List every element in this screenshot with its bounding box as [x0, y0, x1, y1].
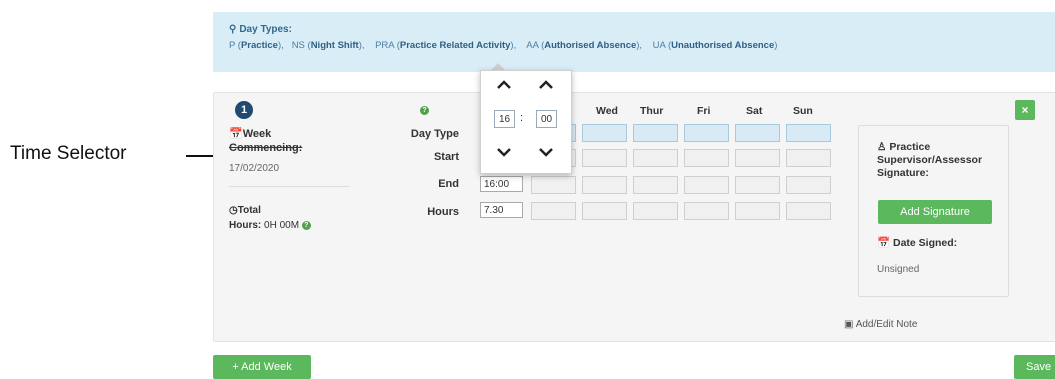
minute-decrement-chevron-down-icon[interactable] — [536, 148, 556, 157]
legend-name-ua: Unauthorised Absence — [671, 40, 775, 51]
legend-name-ns: Night Shift — [310, 40, 359, 51]
save-button[interactable]: Save — [1014, 355, 1055, 379]
user-icon: ♙ — [877, 141, 887, 153]
close-icon[interactable]: × — [1015, 100, 1035, 120]
legend-end-pra: ), — [510, 40, 517, 51]
plus-icon: + — [232, 361, 239, 373]
hours-tue[interactable] — [531, 202, 576, 220]
minute-input[interactable]: 00 — [536, 110, 557, 128]
legend-code-p: P ( — [229, 40, 241, 51]
date-signed-label: 📅 Date Signed: — [877, 236, 957, 249]
hour-increment-chevron-up-icon[interactable] — [494, 80, 514, 89]
start-wed[interactable] — [582, 149, 627, 167]
week-commencing-label: 📅Week Commencing: — [229, 127, 302, 155]
calendar-icon: 📅 — [877, 237, 891, 249]
week-divider — [229, 186, 349, 187]
calendar-icon: 📅 — [229, 128, 243, 140]
legend-code-ns: NS ( — [291, 40, 311, 51]
day-header-sun: Sun — [793, 105, 813, 117]
start-fri[interactable] — [684, 149, 729, 167]
hours-thur[interactable] — [633, 202, 678, 220]
row-label-day-type: Day Type — [410, 128, 459, 140]
end-mon-input[interactable]: 16:00 — [480, 176, 523, 192]
hours-value-text: 0H 00M — [264, 220, 300, 231]
day-header-wed: Wed — [596, 105, 618, 117]
legend-name-p: Practice — [240, 40, 278, 51]
week-number-badge: 1 — [235, 101, 253, 119]
day-type-help-icon[interactable]: ? — [420, 106, 429, 115]
start-sun[interactable] — [786, 149, 831, 167]
day-type-wed[interactable] — [582, 124, 627, 142]
row-label-hours: Hours — [427, 206, 459, 218]
end-fri[interactable] — [684, 176, 729, 194]
help-icon[interactable]: ? — [301, 220, 311, 230]
signature-title-text: Practice Supervisor/Assessor Signature: — [877, 141, 983, 179]
day-header-fri: Fri — [697, 105, 711, 117]
day-type-sun[interactable] — [786, 124, 831, 142]
hours-fri[interactable] — [684, 202, 729, 220]
end-wed[interactable] — [582, 176, 627, 194]
legend-end-aa: ), — [636, 40, 643, 51]
legend-name-aa: Authorised Absence — [544, 40, 637, 51]
hour-decrement-chevron-down-icon[interactable] — [494, 148, 514, 157]
hours-label-text: Hours: — [229, 220, 262, 231]
commencing-label-text: Commencing: — [229, 142, 303, 154]
clock-icon: ◷ — [229, 205, 238, 216]
hour-input[interactable]: 16 — [494, 110, 515, 128]
end-tue[interactable] — [531, 176, 576, 194]
note-icon: ▣ — [844, 319, 854, 330]
row-label-end: End — [438, 178, 459, 190]
end-thur[interactable] — [633, 176, 678, 194]
hours-sat[interactable] — [735, 202, 780, 220]
legend-end-ns: ), — [358, 40, 365, 51]
legend-code-pra: PRA ( — [375, 40, 400, 51]
day-type-sat[interactable] — [735, 124, 780, 142]
hours-mon-input[interactable]: 7.30 — [480, 202, 523, 218]
hours-sun[interactable] — [786, 202, 831, 220]
total-label-text: Total — [237, 205, 261, 216]
key-icon: ⚲ — [229, 24, 237, 35]
legend-name-pra: Practice Related Activity — [399, 40, 511, 51]
end-sun[interactable] — [786, 176, 831, 194]
add-signature-button[interactable]: Add Signature — [878, 200, 992, 224]
add-week-button[interactable]: + Add Week — [213, 355, 311, 379]
signature-status: Unsigned — [877, 264, 920, 275]
total-hours-label: ◷Total — [229, 205, 261, 216]
total-hours-value: Hours: 0H 00M ? — [229, 220, 311, 231]
add-week-label: Add Week — [241, 361, 292, 373]
add-edit-note-link[interactable]: ▣ Add/Edit Note — [844, 319, 917, 330]
add-edit-note-text: Add/Edit Note — [855, 319, 918, 330]
time-picker-notch — [491, 63, 505, 70]
row-label-start: Start — [433, 151, 459, 163]
legend-end-p: ), — [277, 40, 284, 51]
day-types-heading: Day Types: — [239, 24, 292, 35]
week-label-text: Week — [242, 128, 272, 140]
day-types-title: ⚲ Day Types: — [229, 24, 292, 35]
legend-code-aa: AA ( — [526, 40, 545, 51]
day-header-thur: Thur — [640, 105, 664, 117]
signature-title: ♙ Practice Supervisor/Assessor Signature… — [877, 141, 1007, 180]
start-sat[interactable] — [735, 149, 780, 167]
legend-end-ua: ) — [774, 40, 778, 51]
date-signed-text: Date Signed: — [893, 237, 958, 249]
day-header-sat: Sat — [746, 105, 763, 117]
minute-increment-chevron-up-icon[interactable] — [536, 80, 556, 89]
start-thur[interactable] — [633, 149, 678, 167]
end-sat[interactable] — [735, 176, 780, 194]
legend-code-ua: UA ( — [652, 40, 672, 51]
day-types-legend: P (Practice), NS (Night Shift), PRA (Pra… — [229, 40, 777, 51]
time-separator: : — [520, 112, 524, 124]
hours-wed[interactable] — [582, 202, 627, 220]
day-type-fri[interactable] — [684, 124, 729, 142]
day-type-thur[interactable] — [633, 124, 678, 142]
annotation-label: Time Selector — [10, 143, 127, 164]
week-commencing-date: 17/02/2020 — [229, 163, 280, 174]
